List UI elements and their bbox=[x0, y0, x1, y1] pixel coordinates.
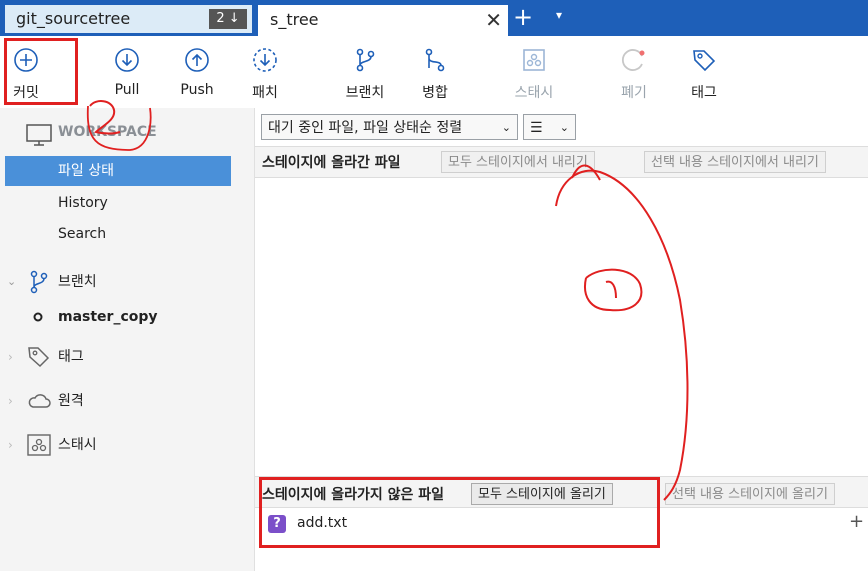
chevron-down-icon: ⌄ bbox=[7, 275, 17, 288]
workspace-header: WORKSPACE bbox=[58, 124, 157, 140]
stage-selected-button[interactable]: 선택 내용 스테이지에 올리기 bbox=[665, 483, 835, 505]
pull-down-arrow-icon bbox=[115, 48, 139, 72]
patch-dashed-arrow-icon bbox=[253, 48, 277, 72]
stash-icon bbox=[523, 49, 545, 71]
push-label: Push bbox=[180, 82, 214, 98]
discard-label: 폐기 bbox=[621, 85, 647, 101]
push-button[interactable]: Push bbox=[176, 46, 218, 98]
patch-button[interactable]: 패치 bbox=[247, 46, 283, 102]
stash-label: 스태시 bbox=[514, 85, 554, 101]
staged-files-list[interactable] bbox=[255, 178, 868, 472]
tag-icon bbox=[693, 50, 716, 72]
merge-label: 병합 bbox=[422, 85, 448, 101]
branch-icon bbox=[30, 270, 48, 294]
tab-s-tree[interactable]: s_tree ✕ bbox=[258, 5, 508, 36]
current-branch-dot-icon bbox=[33, 312, 43, 322]
staged-files-header: 스테이지에 올라간 파일 모두 스테이지에서 내리기 선택 내용 스테이지에서 … bbox=[255, 146, 868, 178]
branch-item-master-copy[interactable]: master_copy bbox=[0, 302, 254, 332]
sidebar-item-history[interactable]: History bbox=[0, 188, 254, 218]
branch-name: master_copy bbox=[58, 309, 158, 325]
chevron-right-icon: › bbox=[8, 394, 13, 408]
branch-icon bbox=[356, 48, 375, 72]
tab-bar: git_sourcetree 2 ↓ s_tree ✕ + ▾ bbox=[0, 0, 868, 36]
unstage-selected-button[interactable]: 선택 내용 스테이지에서 내리기 bbox=[644, 151, 826, 173]
branch-button[interactable]: 브랜치 bbox=[340, 46, 390, 102]
sidebar-section-remotes[interactable]: › 원격 bbox=[0, 386, 254, 416]
stage-file-plus-icon[interactable]: + bbox=[849, 511, 864, 532]
tag-button[interactable]: 태그 bbox=[686, 46, 722, 102]
sidebar-section-label: 스태시 bbox=[58, 437, 97, 453]
tab-git-sourcetree[interactable]: git_sourcetree 2 ↓ bbox=[5, 5, 252, 33]
patch-label: 패치 bbox=[252, 85, 278, 101]
merge-icon bbox=[425, 48, 445, 72]
close-tab-icon[interactable]: ✕ bbox=[485, 8, 502, 32]
chevron-down-icon: ⌄ bbox=[501, 121, 511, 134]
sidebar-item-label: History bbox=[58, 195, 108, 211]
new-tab-plus-icon[interactable]: + bbox=[513, 3, 533, 31]
annotation-box-unstaged bbox=[259, 477, 660, 548]
merge-button[interactable]: 병합 bbox=[416, 46, 454, 102]
workspace-monitor-icon bbox=[26, 124, 52, 146]
sidebar-section-label: 원격 bbox=[58, 393, 84, 409]
pull-count-badge: 2 ↓ bbox=[209, 9, 247, 29]
sidebar-item-label: Search bbox=[58, 226, 107, 242]
sidebar-item-search[interactable]: Search bbox=[0, 219, 254, 249]
pull-button[interactable]: Pull bbox=[108, 46, 146, 98]
view-mode-dropdown[interactable]: ☰ ⌄ bbox=[523, 114, 576, 140]
sidebar-section-label: 태그 bbox=[58, 349, 84, 365]
stash-icon bbox=[27, 434, 51, 456]
push-up-arrow-icon bbox=[185, 48, 209, 72]
stash-button[interactable]: 스태시 bbox=[510, 46, 558, 102]
annotation-box-commit bbox=[4, 38, 78, 105]
tag-icon bbox=[28, 347, 50, 368]
toolbar: 커밋 Pull Push 패치 브랜치 병합 스태시 폐기 태그 bbox=[0, 36, 868, 108]
discard-refresh-icon bbox=[622, 49, 645, 71]
staged-files-title: 스테이지에 올라간 파일 bbox=[262, 155, 401, 171]
unstage-all-button[interactable]: 모두 스테이지에서 내리기 bbox=[441, 151, 595, 173]
chevron-right-icon: › bbox=[8, 350, 13, 364]
tab-menu-chevron-down-icon[interactable]: ▾ bbox=[556, 8, 562, 22]
tab-label: s_tree bbox=[270, 10, 319, 29]
sidebar-section-branches[interactable]: ⌄ 브랜치 bbox=[0, 267, 254, 297]
chevron-right-icon: › bbox=[8, 438, 13, 452]
sidebar-section-tags[interactable]: › 태그 bbox=[0, 342, 254, 372]
sidebar-item-file-status[interactable]: 파일 상태 bbox=[5, 156, 231, 186]
sidebar: WORKSPACE 파일 상태 History Search ⌄ 브랜치 mas… bbox=[0, 108, 254, 571]
sidebar-section-stashes[interactable]: › 스태시 bbox=[0, 430, 254, 460]
status-filter-dropdown[interactable]: 대기 중인 파일, 파일 상태순 정렬 ⌄ bbox=[261, 114, 518, 140]
sidebar-item-label: 파일 상태 bbox=[58, 163, 114, 179]
branch-label: 브랜치 bbox=[345, 85, 385, 101]
pull-label: Pull bbox=[114, 82, 140, 98]
status-filter-value: 대기 중인 파일, 파일 상태순 정렬 bbox=[268, 120, 463, 136]
tag-label: 태그 bbox=[691, 85, 717, 101]
sidebar-section-label: 브랜치 bbox=[58, 274, 97, 290]
discard-button[interactable]: 폐기 bbox=[616, 46, 652, 102]
chevron-down-icon: ⌄ bbox=[559, 121, 569, 134]
list-view-icon: ☰ bbox=[530, 120, 543, 136]
cloud-icon bbox=[28, 394, 51, 408]
tab-label: git_sourcetree bbox=[16, 9, 131, 28]
